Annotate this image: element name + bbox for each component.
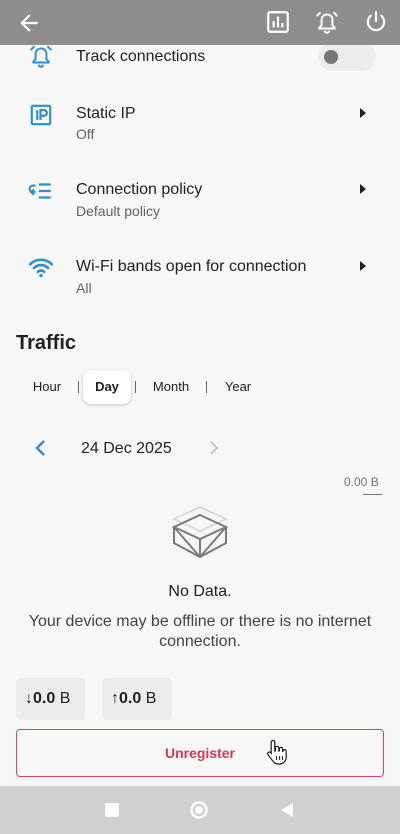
chevron-left-icon[interactable]: [32, 438, 50, 458]
tab-month[interactable]: Month: [142, 370, 200, 404]
tab-divider: [206, 381, 207, 393]
download-arrow-icon: ↓: [25, 690, 33, 707]
chevron-right-icon: [360, 184, 366, 194]
chart-scale-line: [363, 494, 382, 495]
setting-title: Static IP: [76, 105, 136, 122]
setting-subtitle: Off: [76, 126, 95, 142]
unregister-button[interactable]: Unregister: [16, 729, 384, 777]
period-tabs: Hour Day Month Year: [16, 370, 316, 406]
empty-state-description: Your device may be offline or there is n…: [28, 613, 372, 650]
upload-value: 0.0: [119, 690, 142, 707]
upload-arrow-icon: ↑: [111, 690, 119, 707]
settings-content: Track connections Static IP Off Connecti…: [0, 45, 400, 786]
policy-list-icon: [28, 183, 51, 199]
traffic-section-title: Traffic: [16, 332, 77, 354]
tab-hour[interactable]: Hour: [16, 370, 78, 404]
download-unit: B: [59, 690, 71, 707]
bar-chart-icon[interactable]: [265, 9, 291, 35]
upload-unit: B: [145, 690, 157, 707]
ip-icon: [30, 104, 52, 126]
setting-title: Wi-Fi bands open for connection: [76, 258, 307, 275]
setting-title: Track connections: [76, 48, 206, 65]
arrow-left-icon[interactable]: [16, 10, 42, 36]
date-label: 24 Dec 2025: [81, 440, 172, 457]
setting-title: Connection policy: [76, 181, 203, 198]
chart-scale-label: 0.00 B: [344, 475, 379, 489]
chevron-right-icon: [360, 261, 366, 271]
wifi-icon: [28, 258, 54, 278]
toggle-knob: [324, 50, 338, 64]
tab-divider: [78, 381, 79, 393]
download-stat: ↓0.0 B: [16, 678, 85, 720]
alarm-bell-icon[interactable]: [314, 9, 340, 35]
tab-divider: [135, 381, 136, 393]
setting-wifi-bands[interactable]: Wi-Fi bands open for connection All: [0, 253, 400, 303]
chevron-right-icon: [210, 441, 219, 455]
power-icon[interactable]: [363, 9, 389, 35]
alarm-bell-icon: [30, 45, 52, 68]
empty-box-icon: [171, 505, 229, 559]
setting-connection-policy[interactable]: Connection policy Default policy: [0, 176, 400, 226]
top-app-bar: [0, 0, 400, 45]
tab-year[interactable]: Year: [216, 370, 260, 404]
chevron-right-icon: [360, 108, 366, 118]
recents-square-icon[interactable]: [102, 800, 122, 820]
empty-state-title: No Data.: [168, 583, 232, 600]
track-connections-toggle[interactable]: [318, 45, 376, 71]
upload-stat: ↑0.0 B: [102, 678, 172, 720]
setting-static-ip[interactable]: Static IP Off: [0, 100, 400, 150]
date-navigator: 24 Dec 2025: [0, 433, 400, 463]
system-navigation-bar: [0, 786, 400, 834]
back-triangle-icon[interactable]: [277, 800, 297, 820]
download-value: 0.0: [33, 690, 56, 707]
tab-day[interactable]: Day: [83, 370, 131, 404]
setting-subtitle: All: [76, 280, 92, 296]
setting-track-connections[interactable]: Track connections: [0, 45, 400, 79]
hand-cursor-icon: [267, 739, 287, 765]
home-circle-icon[interactable]: [189, 800, 209, 820]
setting-subtitle: Default policy: [76, 203, 161, 219]
